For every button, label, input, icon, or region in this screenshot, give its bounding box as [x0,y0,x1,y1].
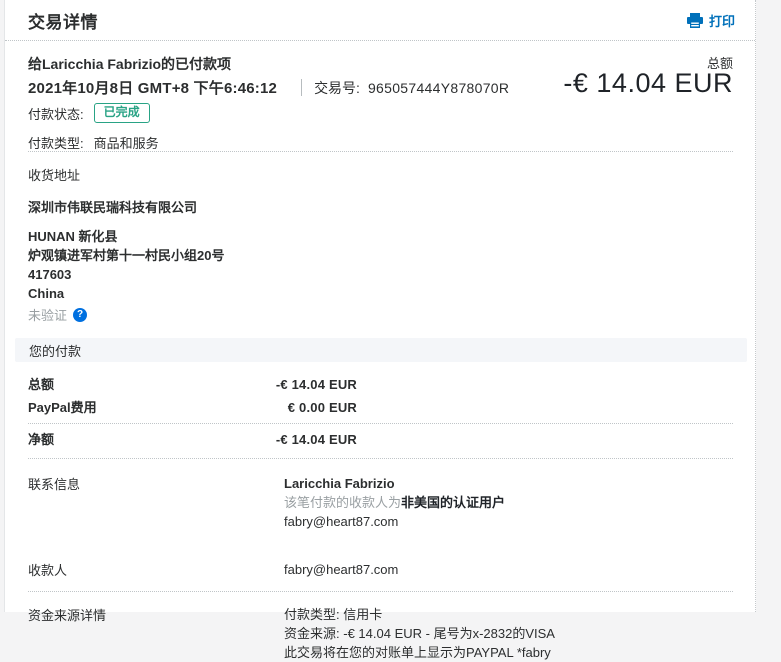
statement-note: 此交易将在您的对账单上显示为PAYPAL *fabry [284,645,551,660]
contact-info-section: 联系信息 Laricchia Fabrizio 该笔付款的收款人为非美国的认证用… [5,474,755,531]
payee-email: fabry@heart87.com [284,562,399,577]
address-line: 炉观镇进军村第十一村民小组20号 [28,248,225,263]
funding-source-details: 付款类型: 信用卡 资金来源: -€ 14.04 EUR - 尾号为x-2832… [284,605,555,662]
shipping-address-title: 收货地址 [28,168,81,183]
amount-row-net: 净额 -€ 14.04 EUR [28,429,357,452]
amount-row-fee: PayPal费用 € 0.00 EUR [28,397,357,420]
address-line: 417603 [28,267,72,282]
help-icon[interactable]: ? [73,307,88,322]
status-badge: 已完成 [93,103,150,124]
address-verification-row: 未验证 ? [28,305,733,324]
shipping-address-section: 收货地址 深圳市伟联民瑞科技有限公司 HUNAN 新化县 炉观镇进军村第十一村民… [5,152,755,324]
payee-label: 收款人 [28,563,68,578]
transaction-details-card: 交易详情 打印 给Laricchia Fabrizio的已付款项 总额 2021… [4,0,756,660]
contact-info-label: 联系信息 [28,477,81,492]
transaction-summary: 给Laricchia Fabrizio的已付款项 总额 2021年10月8日 G… [28,41,733,152]
print-button-label: 打印 [708,13,735,29]
transaction-date: 2021年10月8日 GMT+8 下午6:46:12 [28,80,278,97]
payment-status-row: 付款状态: 已完成 [28,103,150,124]
payment-type-value: 商品和服务 [93,136,159,151]
amount-row-value: -€ 14.04 EUR [275,432,357,447]
amount-row-label: PayPal费用 [28,400,97,415]
verification-status: 未验证 [28,308,68,323]
transaction-id-label: 交易号: [314,79,360,96]
divider [28,458,733,459]
total-amount: -€ 14.04 EUR [563,68,733,98]
date-transaction-row: 2021年10月8日 GMT+8 下午6:46:12 交易号: 96505744… [28,77,509,98]
recipient-name: Laricchia Fabrizio [284,476,395,491]
vertical-divider [301,79,303,96]
payment-amounts: 总额 -€ 14.04 EUR PayPal费用 € 0.00 EUR 净额 -… [5,362,755,459]
funding-type-line: 付款类型: 信用卡 [284,605,555,624]
shipping-company: 深圳市伟联民瑞科技有限公司 [28,200,198,215]
payee-section: 收款人 fabry@heart87.com [5,560,755,579]
recipient-note-gray: 该笔付款的收款人为 [284,495,402,510]
funding-source-section: 资金来源详情 付款类型: 信用卡 资金来源: -€ 14.04 EUR - 尾号… [5,605,755,662]
funding-source-line-value: -€ 14.04 EUR - 尾号为x-2832的VISA [343,626,555,641]
amount-row-value: € 0.00 EUR [287,400,357,415]
your-payment-title: 您的付款 [29,343,82,359]
divider [28,423,733,424]
print-button[interactable]: 打印 [686,11,735,30]
payment-status-label: 付款状态: [28,106,84,122]
page-header: 交易详情 打印 [5,0,755,41]
payment-type-row: 付款类型: 商品和服务 [28,133,159,152]
payment-recipient-title: 给Laricchia Fabrizio的已付款项 [28,56,232,72]
recipient-note-bold: 非美国的认证用户 [401,495,506,510]
funding-source-line: 资金来源: -€ 14.04 EUR - 尾号为x-2832的VISA [284,624,555,643]
address-line: HUNAN 新化县 [28,229,118,244]
funding-source-label: 资金来源详情 [28,608,107,623]
printer-icon [686,12,703,28]
your-payment-section-header: 您的付款 [15,338,747,362]
amount-row-value: -€ 14.04 EUR [275,377,357,392]
funding-type-value: 信用卡 [343,607,383,622]
payment-type-label: 付款类型: [28,136,84,151]
address-line: China [28,286,65,301]
recipient-email: fabry@heart87.com [284,514,399,529]
divider [28,591,733,592]
amount-row-total: 总额 -€ 14.04 EUR [28,374,357,397]
funding-source-line-label: 资金来源: [284,626,340,641]
amount-row-label: 净额 [28,432,55,447]
page-title: 交易详情 [28,12,98,32]
amount-row-label: 总额 [28,377,55,392]
contact-info-details: Laricchia Fabrizio 该笔付款的收款人为非美国的认证用户 fab… [284,474,505,531]
funding-type-label: 付款类型: [284,607,340,622]
recipient-note: 该笔付款的收款人为非美国的认证用户 [284,493,505,512]
transaction-id-value: 965057444Y878070R [367,79,510,96]
